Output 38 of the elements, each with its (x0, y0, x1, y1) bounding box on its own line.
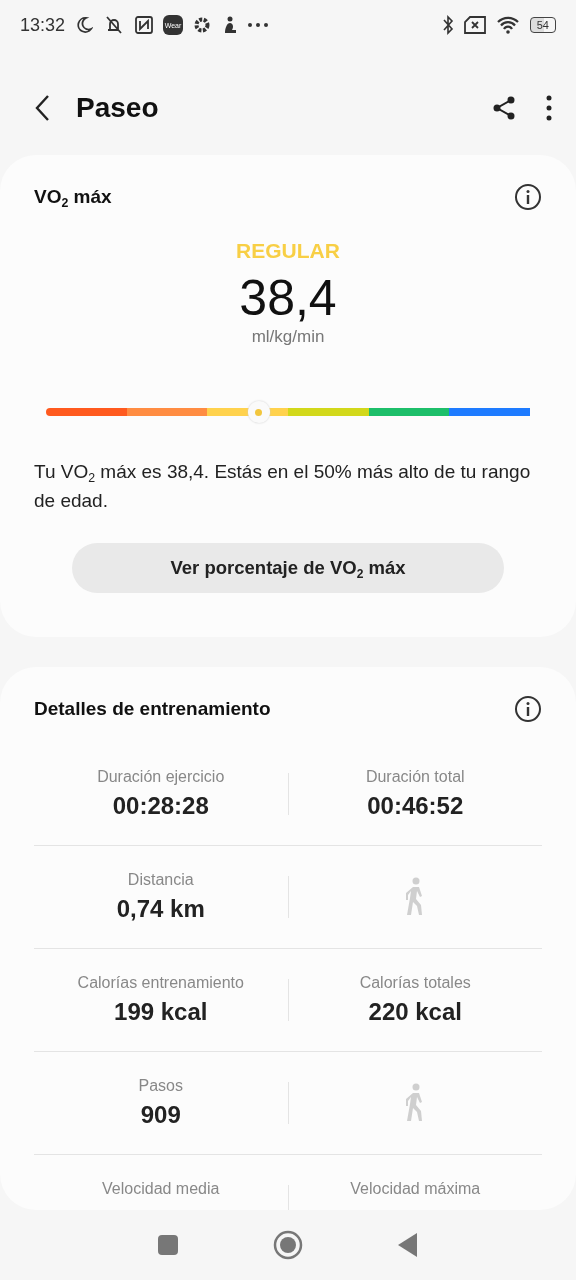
metric-label: Distancia (127, 871, 194, 889)
share-icon (492, 94, 516, 121)
nfc-icon (135, 16, 154, 34)
info-icon[interactable] (514, 183, 542, 211)
card-title: Detalles de entrenamiento (34, 698, 271, 720)
metric-label: Duración total (365, 768, 465, 786)
battery-indicator: 54 (529, 17, 556, 33)
no-sim-icon (463, 16, 486, 34)
metric-value: 220 kcal (368, 998, 462, 1026)
card-title: VO$_{2}$ máx (34, 186, 112, 208)
metric-value: 00:46:52 (367, 792, 464, 820)
status-time: 13:32 (20, 14, 66, 36)
triangle-icon (397, 1232, 419, 1258)
bluetooth-icon (441, 15, 454, 35)
metric-value: 00:28:28 (112, 792, 209, 820)
metric-value: 199 kcal (114, 998, 208, 1026)
unit-label: ml/kg/min (251, 327, 325, 347)
metric-label: Duración ejercicio (97, 768, 225, 786)
metric-label: Calorías entrenamiento (77, 974, 244, 992)
fitness-rating: REGULAR (236, 239, 340, 263)
more-dots-icon (247, 22, 270, 28)
gear-icon (193, 16, 212, 34)
vo2-description: Tu VO$_{2}$ máx es 38,4. Estás en el 50% más alto de tu rango de edad. (34, 460, 532, 513)
circle-icon (273, 1230, 303, 1260)
page-title: Paseo (76, 91, 160, 124)
metric-label: Velocidad media (102, 1180, 220, 1198)
metric-value: 0,74 km (116, 895, 205, 923)
vo2-value: 38,4 (239, 269, 337, 327)
moon-icon (75, 16, 94, 34)
square-icon (157, 1234, 179, 1256)
vo2-percentage-button[interactable]: Ver porcentaje de VO$_{2}$ máx (72, 543, 504, 593)
metric-label: Calorías totales (359, 974, 471, 992)
vertical-dots-icon (546, 94, 552, 121)
wifi-icon (495, 16, 520, 34)
metric-value: 909 (140, 1101, 181, 1129)
info-icon[interactable] (514, 695, 542, 723)
metric-label: Velocidad máxima (350, 1180, 481, 1198)
metric-label: Pasos (138, 1077, 183, 1095)
